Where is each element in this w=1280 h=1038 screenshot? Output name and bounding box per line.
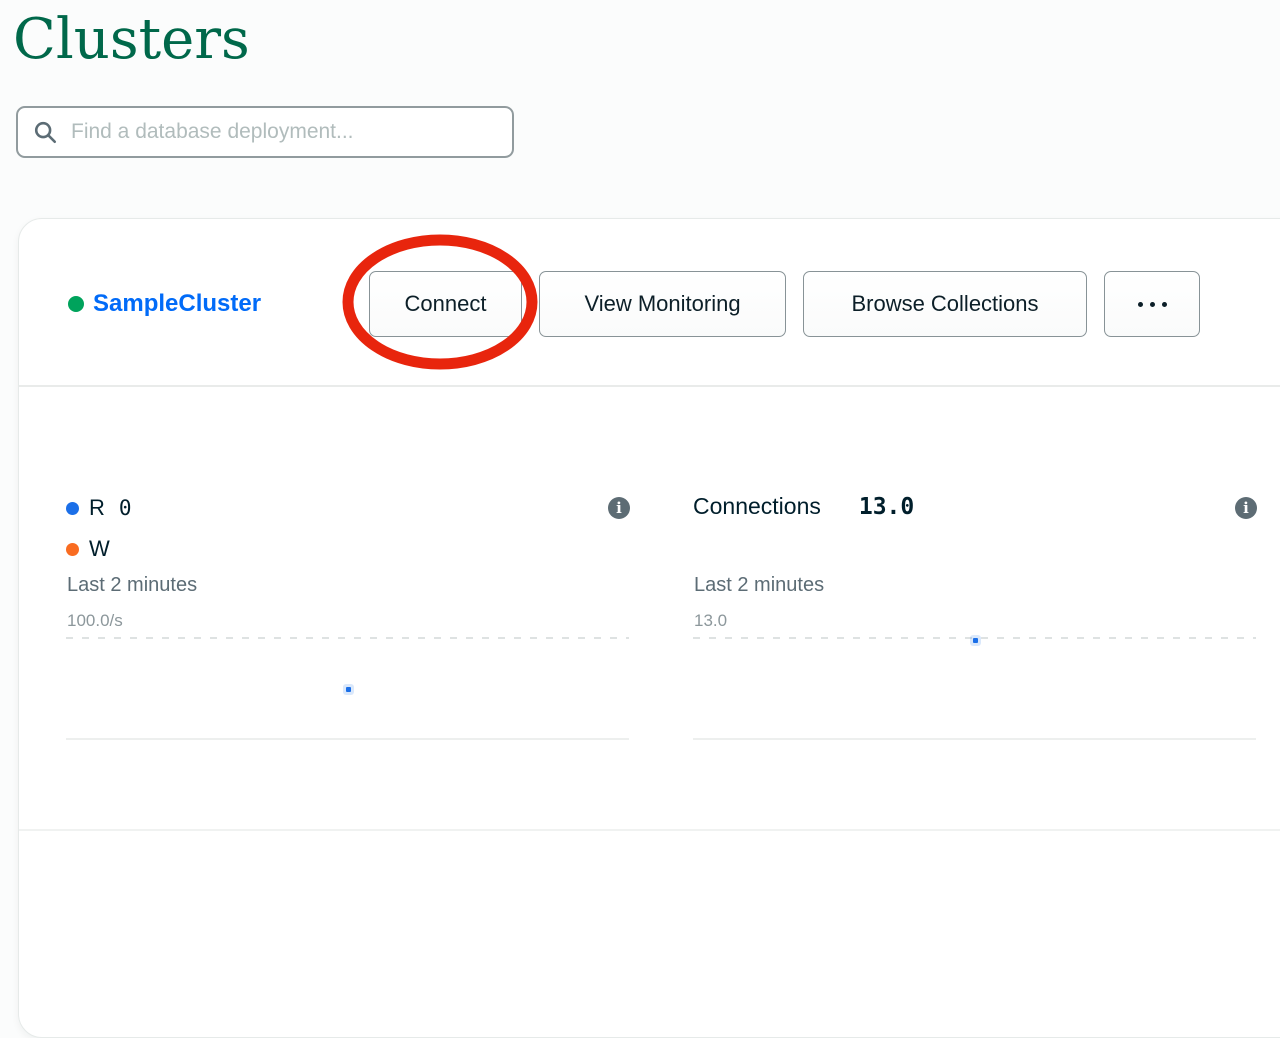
read-series-value: 0 [119, 496, 132, 520]
connections-panel: Connections 13.0 Last 2 minutes 13.0 [693, 491, 1256, 741]
read-series-label: R [89, 495, 105, 521]
legend-row-write: W [66, 534, 124, 564]
search-icon [32, 119, 58, 145]
ellipsis-icon [1162, 302, 1167, 307]
opcounters-timeframe: Last 2 minutes [67, 574, 197, 597]
connections-header: Connections 13.0 [693, 493, 914, 523]
opcounters-top-gridline [66, 637, 629, 639]
connections-value: 13.0 [859, 494, 914, 520]
connections-info-icon[interactable]: i [1235, 497, 1257, 519]
view-monitoring-button[interactable]: View Monitoring [539, 271, 786, 337]
more-options-button[interactable] [1104, 271, 1200, 337]
connections-y-axis-label: 13.0 [694, 611, 727, 631]
cluster-name-link[interactable]: SampleCluster [93, 286, 261, 322]
connections-title: Connections [693, 493, 821, 520]
search-input-wrapper [16, 106, 514, 158]
card-section-divider [19, 829, 1280, 831]
page-title: Clusters [13, 8, 250, 72]
opcounters-panel: R 0 W Last 2 minutes 100.0/s [66, 491, 629, 741]
connections-data-point [973, 638, 978, 643]
clusters-page: { "page": { "title": "Clusters" }, "sear… [0, 0, 1280, 832]
cluster-status-dot [68, 296, 84, 312]
cluster-actions: Connect View Monitoring Browse Collectio… [369, 271, 1200, 337]
ellipsis-icon [1138, 302, 1143, 307]
opcounters-data-point [346, 687, 351, 692]
connections-timeframe: Last 2 minutes [694, 574, 824, 597]
opcounters-info-icon[interactable]: i [608, 497, 630, 519]
search-input[interactable] [71, 120, 498, 144]
cluster-card: SampleCluster Connect View Monitoring Br… [18, 218, 1280, 1038]
write-series-label: W [89, 536, 110, 562]
connections-baseline [693, 738, 1256, 740]
legend-row-read: R 0 [66, 493, 132, 523]
ellipsis-icon [1150, 302, 1155, 307]
write-series-dot [66, 543, 79, 556]
connect-button[interactable]: Connect [369, 271, 522, 337]
opcounters-baseline [66, 738, 629, 740]
browse-collections-button[interactable]: Browse Collections [803, 271, 1087, 337]
opcounters-y-axis-label: 100.0/s [67, 611, 123, 631]
card-header-divider [19, 385, 1280, 387]
read-series-dot [66, 502, 79, 515]
